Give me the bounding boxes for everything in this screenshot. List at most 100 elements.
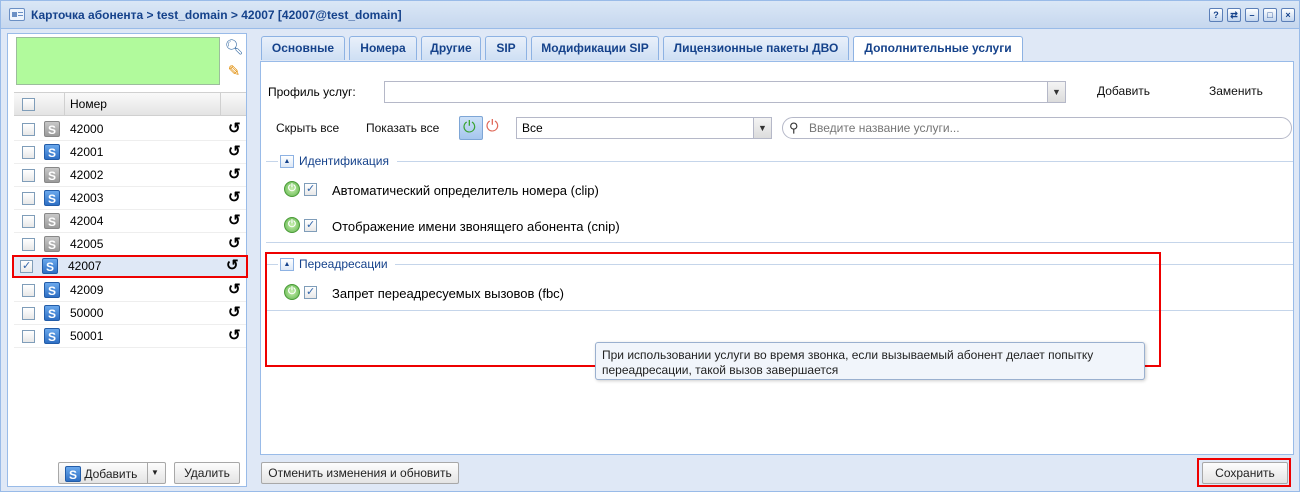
- row-number: 42009: [70, 283, 104, 297]
- power-on-icon: ⏻: [463, 119, 476, 136]
- row-checkbox[interactable]: [22, 284, 35, 297]
- service-search-field[interactable]: ⚲: [782, 117, 1292, 139]
- subscriber-row[interactable]: S 42002 ↺: [14, 164, 246, 187]
- row-number: 42007: [68, 259, 102, 273]
- row-checkbox[interactable]: [22, 307, 35, 320]
- tab-main[interactable]: Основные: [261, 36, 345, 60]
- tab-sip[interactable]: SIP: [485, 36, 527, 60]
- subscriber-icon: S: [44, 144, 60, 160]
- row-checkbox[interactable]: [22, 123, 35, 136]
- row-checkbox[interactable]: [22, 169, 35, 182]
- history-icon[interactable]: ↺: [228, 303, 241, 321]
- profile-add-button[interactable]: Добавить: [1097, 84, 1150, 98]
- power-on-icon[interactable]: ⏻: [284, 217, 300, 233]
- status-select-value: Все: [522, 121, 543, 135]
- row-number: 50001: [70, 329, 104, 343]
- row-checkbox[interactable]: [22, 238, 35, 251]
- tab-sip-modifications[interactable]: Модификации SIP: [531, 36, 659, 60]
- refresh-icon[interactable]: ⇄: [1227, 8, 1241, 22]
- chevron-down-icon[interactable]: ▼: [1047, 82, 1065, 102]
- subscriber-row[interactable]: S 50001 ↺: [14, 325, 246, 348]
- subscriber-row[interactable]: S 42004 ↺: [14, 210, 246, 233]
- history-icon[interactable]: ↺: [228, 119, 241, 137]
- window-title: Карточка абонента > test_domain > 42007 …: [31, 8, 402, 22]
- row-number: 42004: [70, 214, 104, 228]
- profile-replace-button[interactable]: Заменить: [1209, 84, 1263, 98]
- subscriber-row[interactable]: S 42003 ↺: [14, 187, 246, 210]
- subscriber-icon: S: [44, 236, 60, 252]
- cancel-refresh-button[interactable]: Отменить изменения и обновить: [261, 462, 459, 484]
- service-search-input[interactable]: [807, 120, 1277, 136]
- history-icon[interactable]: ↺: [228, 165, 241, 183]
- history-icon[interactable]: ↺: [228, 211, 241, 229]
- row-number: 42001: [70, 145, 104, 159]
- row-number: 50000: [70, 306, 104, 320]
- tab-content: Профиль услуг: ▼ Добавить Заменить Скрыт…: [260, 61, 1294, 455]
- delete-button[interactable]: Удалить: [174, 462, 240, 484]
- tab-numbers[interactable]: Номера: [349, 36, 417, 60]
- chevron-down-icon[interactable]: ▼: [151, 463, 159, 483]
- filter-enabled-toggle[interactable]: ⏻: [459, 116, 483, 140]
- add-button-label: Добавить: [84, 466, 138, 481]
- profile-select[interactable]: ▼: [384, 81, 1066, 103]
- subscriber-row[interactable]: S 42001 ↺: [14, 141, 246, 164]
- subscriber-icon: S: [42, 258, 58, 274]
- search-icon: ⚲: [789, 120, 799, 135]
- power-off-icon[interactable]: ⏻: [486, 118, 499, 136]
- service-checkbox-cnip[interactable]: [304, 218, 317, 232]
- status-select[interactable]: Все ▼: [516, 117, 772, 139]
- profile-label: Профиль услуг:: [268, 85, 356, 99]
- subscriber-row[interactable]: S 42000 ↺: [14, 118, 246, 141]
- edit-icon[interactable]: ✎: [224, 62, 244, 82]
- subscriber-icon: S: [44, 213, 60, 229]
- row-number: 42002: [70, 168, 104, 182]
- row-checkbox[interactable]: [22, 146, 35, 159]
- close-icon[interactable]: ×: [1281, 8, 1295, 22]
- subscriber-row[interactable]: S 42005 ↺: [14, 233, 246, 256]
- chevron-down-icon[interactable]: ▼: [753, 118, 771, 138]
- history-icon[interactable]: ↺: [228, 280, 241, 298]
- collapse-icon[interactable]: ▲: [280, 155, 294, 168]
- show-all-button[interactable]: Показать все: [366, 121, 439, 135]
- help-icon[interactable]: ?: [1209, 8, 1223, 22]
- history-icon[interactable]: ↺: [228, 142, 241, 160]
- window-titlebar: Карточка абонента > test_domain > 42007 …: [1, 1, 1299, 29]
- subscriber-icon: S: [65, 465, 81, 482]
- row-checkbox[interactable]: [20, 259, 33, 273]
- subscriber-icon: S: [44, 167, 60, 183]
- subscriber-card-window: Карточка абонента > test_domain > 42007 …: [0, 0, 1300, 492]
- subscriber-icon: S: [44, 328, 60, 344]
- tab-other[interactable]: Другие: [421, 36, 481, 60]
- subscriber-row[interactable]: S 42007 ↺: [12, 255, 248, 278]
- maximize-icon[interactable]: □: [1263, 8, 1277, 22]
- service-checkbox-clip[interactable]: [304, 182, 317, 196]
- filter-area[interactable]: [16, 37, 220, 85]
- subscriber-icon: S: [44, 305, 60, 321]
- row-checkbox[interactable]: [22, 330, 35, 343]
- tab-additional-services[interactable]: Дополнительные услуги: [853, 36, 1023, 62]
- main-panel: Основные Номера Другие SIP Модификации S…: [257, 33, 1297, 487]
- card-icon: [9, 8, 25, 21]
- subscriber-row[interactable]: S 42009 ↺: [14, 279, 246, 302]
- history-icon[interactable]: ↺: [228, 234, 241, 252]
- service-label-cnip: Отображение имени звонящего абонента (cn…: [332, 219, 620, 234]
- history-icon[interactable]: ↺: [226, 256, 239, 274]
- service-tooltip: При использовании услуги во время звонка…: [595, 342, 1145, 380]
- column-header-number[interactable]: Номер: [70, 97, 107, 111]
- history-icon[interactable]: ↺: [228, 188, 241, 206]
- history-icon[interactable]: ↺: [228, 326, 241, 344]
- row-checkbox[interactable]: [22, 215, 35, 228]
- row-checkbox[interactable]: [22, 192, 35, 205]
- subscriber-icon: S: [44, 282, 60, 298]
- subscriber-row[interactable]: S 50000 ↺: [14, 302, 246, 325]
- minimize-icon[interactable]: –: [1245, 8, 1259, 22]
- power-on-icon[interactable]: ⏻: [284, 181, 300, 197]
- tab-license-packages[interactable]: Лицензионные пакеты ДВО: [663, 36, 849, 60]
- row-number: 42005: [70, 237, 104, 251]
- group-title-identification: Идентификация: [299, 154, 389, 168]
- add-button[interactable]: S Добавить ▼: [58, 462, 166, 484]
- search-icon[interactable]: 🔍︎: [224, 38, 244, 58]
- subscriber-icon: S: [44, 190, 60, 206]
- hide-all-button[interactable]: Скрыть все: [276, 121, 339, 135]
- select-all-checkbox[interactable]: [22, 98, 35, 111]
